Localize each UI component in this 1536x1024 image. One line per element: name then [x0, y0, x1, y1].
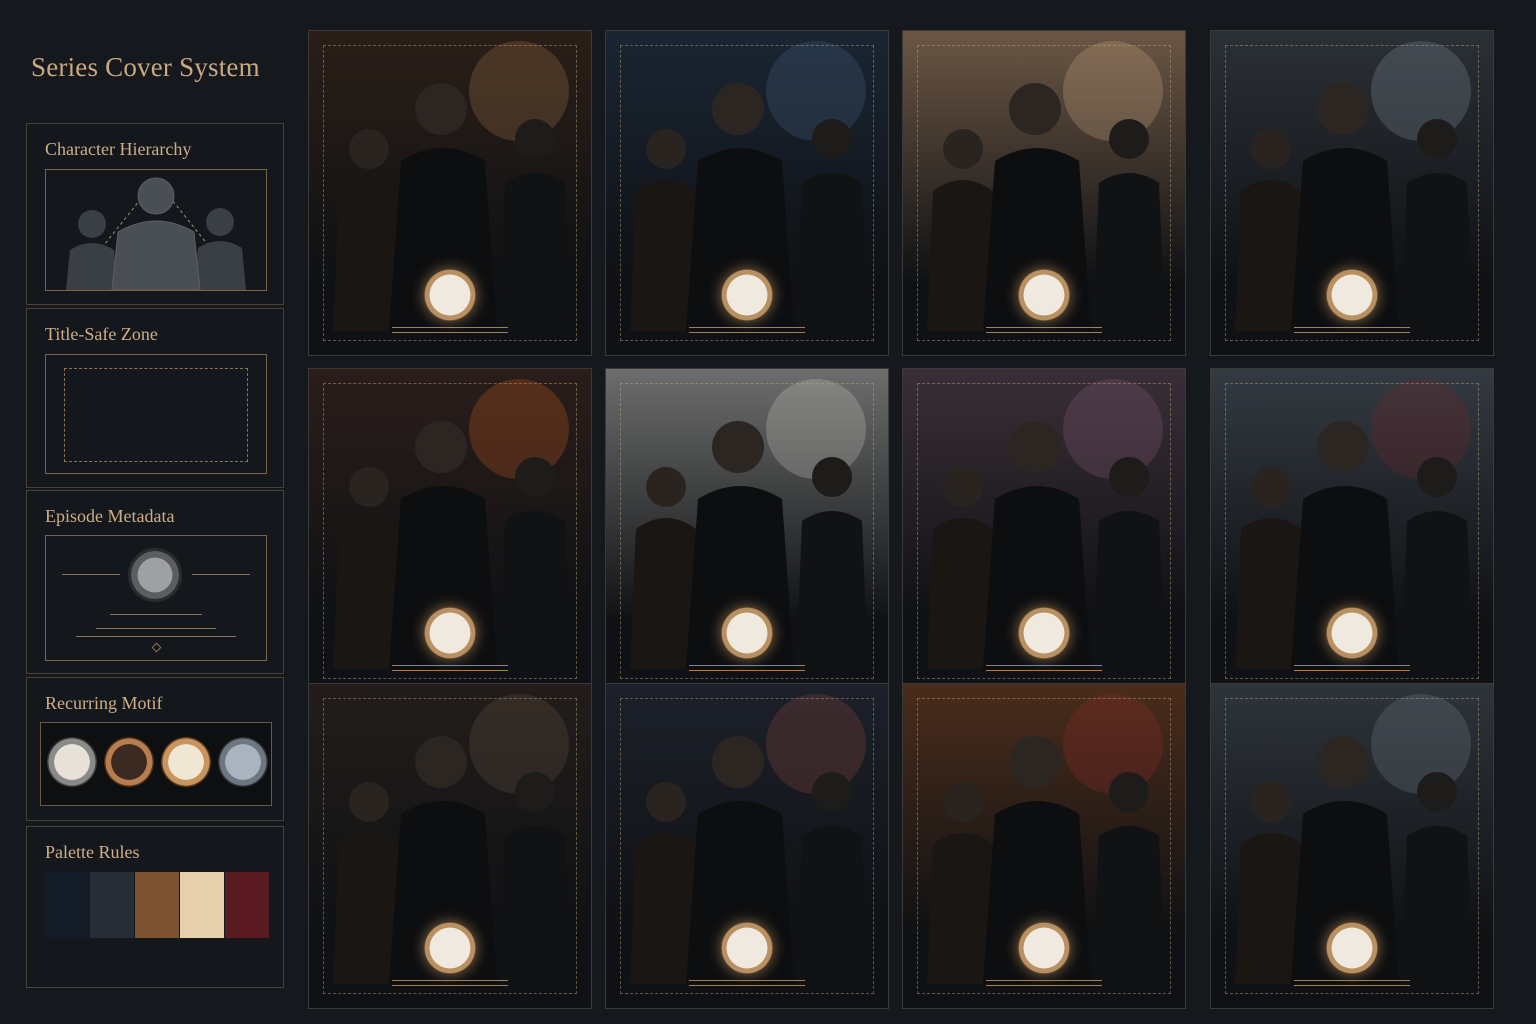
- watch-icon: [424, 269, 476, 321]
- watch-icon: [1018, 922, 1070, 974]
- palette-swatch: [45, 872, 89, 938]
- watch-icon: [424, 607, 476, 659]
- episode-metadata-panel: Episode Metadata: [26, 490, 284, 674]
- title-safe-outer: [45, 354, 267, 474]
- title-safe-zone-label: Title-Safe Zone: [45, 324, 158, 344]
- title-rule: [689, 985, 805, 986]
- palette-rules-label: Palette Rules: [45, 842, 140, 862]
- watch-icon: [47, 737, 97, 787]
- watch-icon: [161, 737, 211, 787]
- title-rule: [392, 985, 508, 986]
- title-rule: [986, 665, 1102, 666]
- title-rule: [392, 332, 508, 333]
- palette-rules-panel: Palette Rules: [26, 826, 284, 988]
- metadata-line: [76, 636, 236, 637]
- title-rule: [689, 327, 805, 328]
- episode-cover-rainy-city-night[interactable]: [605, 30, 889, 356]
- title-rule: [689, 980, 805, 981]
- title-rule: [392, 980, 508, 981]
- episode-cover-burning-fire[interactable]: [308, 368, 592, 694]
- character-hierarchy-panel: Character Hierarchy: [26, 123, 284, 305]
- title-rule: [1294, 665, 1410, 666]
- title-safe-zone-panel: Title-Safe Zone: [26, 308, 284, 488]
- metadata-line: [110, 614, 202, 615]
- title-rule: [986, 985, 1102, 986]
- episode-cover-arched-window-gloom[interactable]: [1210, 30, 1494, 356]
- palette-swatch: [90, 872, 134, 938]
- watch-icon: [104, 737, 154, 787]
- palette-swatch: [135, 872, 179, 938]
- title-rule: [1294, 332, 1410, 333]
- title-rule: [986, 670, 1102, 671]
- watch-icon: [1018, 607, 1070, 659]
- page-title: Series Cover System: [31, 52, 260, 82]
- episode-metadata-label: Episode Metadata: [45, 506, 175, 526]
- metadata-line: [192, 574, 250, 575]
- title-rule: [986, 980, 1102, 981]
- palette-swatch: [180, 872, 224, 938]
- episode-cover-chandelier-ballroom[interactable]: [308, 30, 592, 356]
- title-rule: [689, 332, 805, 333]
- episode-cover-stormy-sea[interactable]: [1210, 683, 1494, 1009]
- episode-cover-white-flowers-storm[interactable]: [605, 368, 889, 694]
- episode-cover-sunlit-window[interactable]: [902, 30, 1186, 356]
- title-rule: [392, 670, 508, 671]
- watch-icon: [218, 737, 268, 787]
- silhouette-hierarchy-icon: [66, 177, 246, 291]
- watch-icon: [1326, 922, 1378, 974]
- metadata-diagram: [45, 535, 267, 661]
- watch-icon: [721, 607, 773, 659]
- character-hierarchy-label: Character Hierarchy: [45, 139, 192, 159]
- title-rule: [1294, 327, 1410, 328]
- episode-cover-ruined-columns-roses[interactable]: [1210, 368, 1494, 694]
- recurring-motif-label: Recurring Motif: [45, 693, 163, 713]
- title-rule: [689, 670, 805, 671]
- hierarchy-diagram: [45, 169, 267, 291]
- watch-icon: [721, 922, 773, 974]
- watch-icon: [1326, 269, 1378, 321]
- episode-cover-candlelit-hall-petals[interactable]: [902, 683, 1186, 1009]
- title-rule: [986, 332, 1102, 333]
- episode-cover-window-blinds[interactable]: [308, 683, 592, 1009]
- watch-icon: [424, 922, 476, 974]
- episode-cover-dusk-skyline[interactable]: [902, 368, 1186, 694]
- title-rule: [1294, 980, 1410, 981]
- metadata-line: [96, 628, 216, 629]
- watch-icon: [1326, 607, 1378, 659]
- title-safe-inner: [64, 368, 248, 462]
- recurring-motif-panel: Recurring Motif: [26, 677, 284, 821]
- episode-cover-skyscraper-night[interactable]: [605, 683, 889, 1009]
- title-rule: [392, 665, 508, 666]
- watch-icon: [721, 269, 773, 321]
- title-rule: [1294, 985, 1410, 986]
- metadata-watch-icon: [128, 548, 182, 602]
- title-rule: [986, 327, 1102, 328]
- diamond-ornament-icon: [151, 642, 162, 653]
- metadata-line: [62, 574, 120, 575]
- title-rule: [392, 327, 508, 328]
- title-rule: [689, 665, 805, 666]
- motif-watch-strip: [40, 722, 272, 806]
- title-rule: [1294, 670, 1410, 671]
- watch-icon: [1018, 269, 1070, 321]
- palette-swatch: [225, 872, 269, 938]
